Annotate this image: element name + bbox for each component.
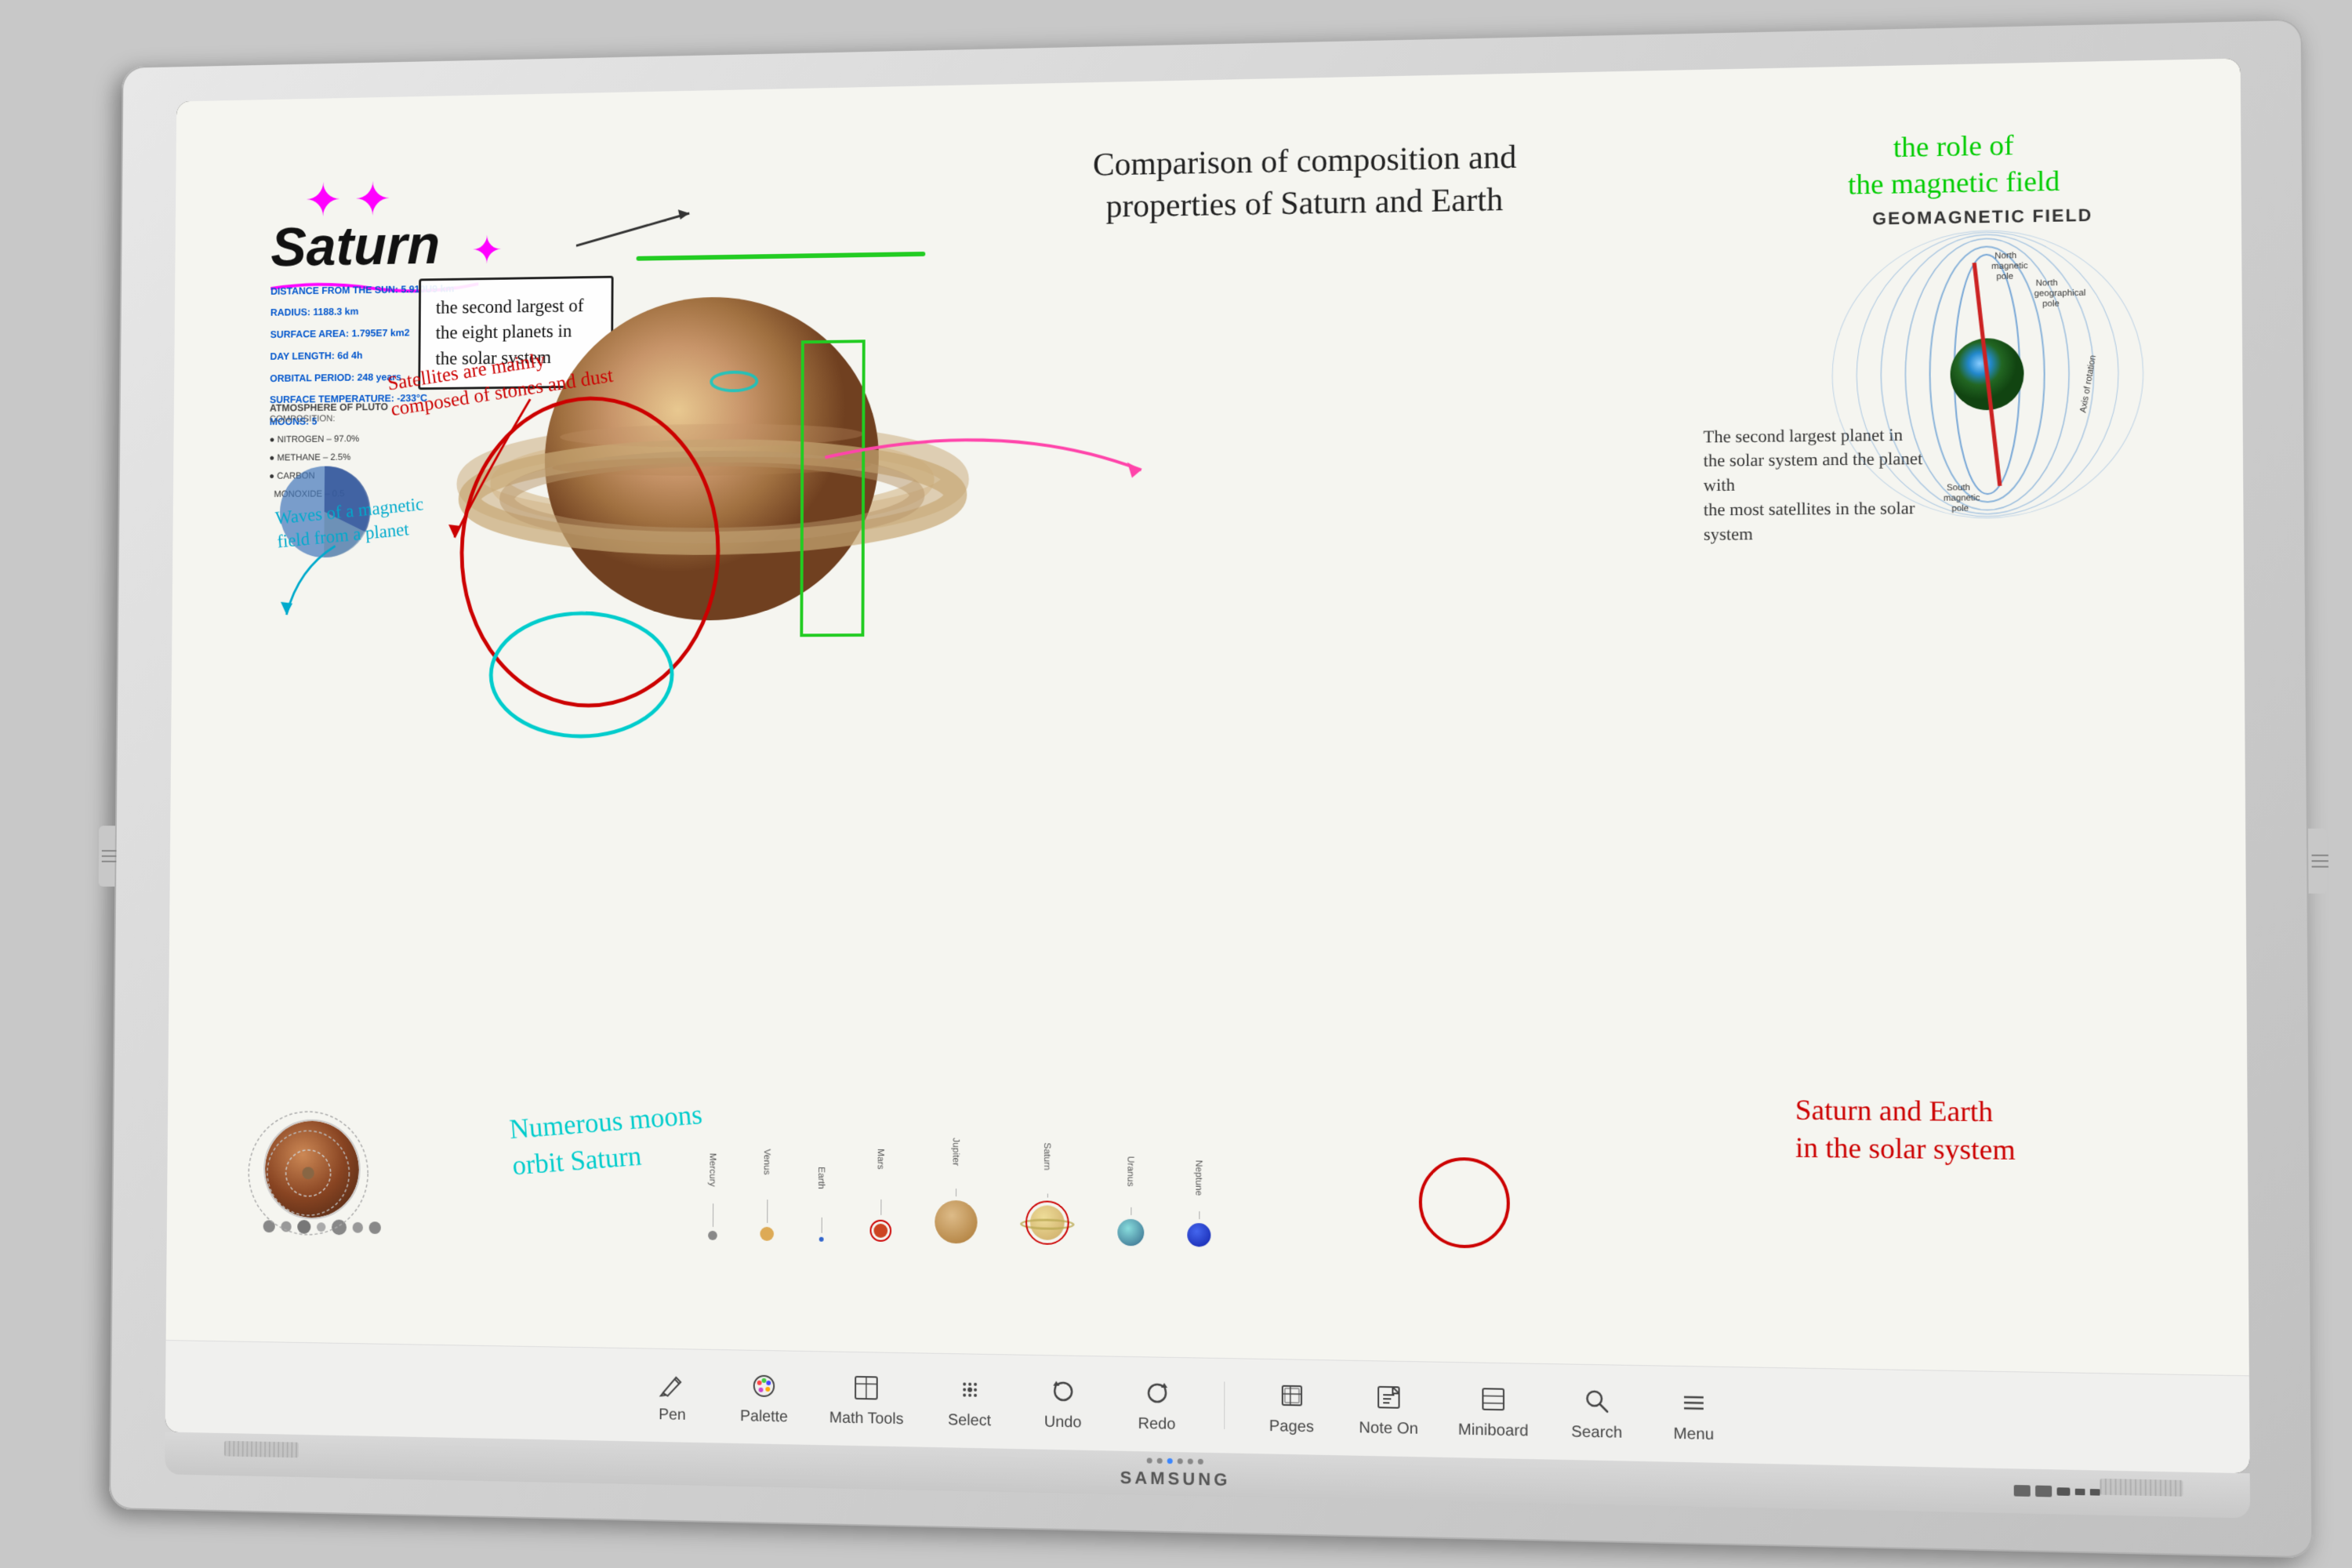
pages-label: Pages (1269, 1417, 1314, 1436)
search-tool[interactable]: Search (1569, 1383, 1625, 1443)
svg-text:pole: pole (1951, 503, 1969, 514)
redo-tool[interactable]: Redo (1129, 1375, 1184, 1434)
math-tools-icon (850, 1370, 884, 1405)
pen-tool[interactable]: Pen (645, 1367, 699, 1425)
atmosphere-subtitle: COMPOSITION: (270, 412, 388, 423)
port-5 (2090, 1489, 2100, 1496)
speaker-right (2100, 1478, 2183, 1496)
indicator-dot-active (1167, 1457, 1173, 1463)
pen-icon (655, 1367, 689, 1401)
note-on-label: Note On (1359, 1419, 1418, 1439)
menu-icon (1675, 1385, 1711, 1421)
svg-text:pole: pole (1996, 271, 2013, 281)
monitor: Comparison of composition and properties… (109, 19, 2314, 1559)
menu-label: Menu (1673, 1425, 1714, 1444)
svg-text:North: North (2036, 278, 2058, 288)
miniboard-icon (1475, 1381, 1511, 1417)
svg-text:geographical: geographical (2034, 288, 2086, 298)
speaker-left (224, 1440, 299, 1457)
atmosphere-title: ATMOSPHERE OF PLUTO (270, 401, 388, 413)
main-title: Comparison of composition and properties… (1093, 136, 1517, 228)
indicator-dot-1 (1147, 1457, 1152, 1463)
annotation-moons: Numerous moons orbit Saturn (508, 1096, 706, 1184)
screen: Comparison of composition and properties… (166, 58, 2249, 1375)
note-on-tool[interactable]: Note On (1359, 1379, 1418, 1439)
svg-text:North: North (1994, 250, 2016, 260)
svg-text:magnetic: magnetic (1944, 492, 1980, 503)
search-label: Search (1571, 1423, 1622, 1443)
orbital-diagram (226, 1103, 390, 1243)
pages-icon (1274, 1377, 1308, 1413)
undo-tool[interactable]: Undo (1036, 1374, 1091, 1432)
pages-tool[interactable]: Pages (1264, 1377, 1319, 1436)
annotation-saturn-earth: Saturn and Earth in the solar system (1795, 1091, 2016, 1169)
indicator-dot-4 (1178, 1458, 1183, 1464)
select-label: Select (948, 1411, 991, 1430)
port-2 (2035, 1486, 2052, 1497)
select-tool[interactable]: Select (942, 1371, 996, 1429)
content-area: Comparison of composition and properties… (166, 58, 2249, 1375)
toolbar-divider-1 (1224, 1381, 1225, 1429)
indicator-dot-2 (1157, 1457, 1163, 1463)
miniboard-tool[interactable]: Miniboard (1458, 1381, 1529, 1440)
planet-row: Mercury Venus Earth (707, 1134, 1210, 1247)
samsung-logo: SAMSUNG (1120, 1467, 1231, 1490)
left-handle (99, 826, 115, 887)
svg-text:pole: pole (2042, 299, 2060, 309)
select-icon (953, 1372, 987, 1407)
brand-center: SAMSUNG (1120, 1457, 1231, 1490)
menu-tool[interactable]: Menu (1665, 1385, 1722, 1444)
math-tools-tool[interactable]: Math Tools (829, 1370, 904, 1428)
palette-icon (747, 1368, 781, 1403)
monitor-bezel: Comparison of composition and properties… (165, 58, 2250, 1473)
port-4 (2075, 1489, 2085, 1496)
palette-tool[interactable]: Palette (737, 1368, 791, 1426)
palette-label: Palette (740, 1407, 788, 1426)
pen-label: Pen (659, 1406, 686, 1425)
geo-field-diagram: North magnetic pole North geographical p… (1816, 220, 2161, 527)
undo-label: Undo (1044, 1413, 1082, 1432)
miniboard-label: Miniboard (1458, 1421, 1529, 1440)
math-tools-label: Math Tools (829, 1409, 904, 1428)
undo-icon (1046, 1374, 1080, 1409)
redo-label: Redo (1138, 1414, 1176, 1433)
magenta-stars: ✦ ✦ (304, 172, 391, 227)
indicator-dots (1147, 1457, 1203, 1465)
magnetic-field-title: the role of the magnetic field (1848, 125, 2060, 204)
saturn-svg (453, 223, 971, 675)
indicator-dot-6 (1198, 1458, 1203, 1464)
indicator-dot-5 (1188, 1458, 1193, 1464)
note-on-icon (1371, 1379, 1406, 1414)
redo-icon (1139, 1375, 1174, 1410)
svg-text:South: South (1947, 482, 1970, 492)
port-area (2014, 1485, 2100, 1498)
port-1 (2014, 1485, 2031, 1497)
right-handle (2308, 829, 2327, 894)
svg-text:magnetic: magnetic (1991, 260, 2028, 270)
saturn-planet-image (453, 223, 971, 675)
search-icon (1579, 1383, 1614, 1419)
svg-text:Axis of rotation: Axis of rotation (2078, 354, 2099, 413)
port-3 (2057, 1487, 2071, 1496)
geo-field-svg: North magnetic pole North geographical p… (1816, 220, 2161, 527)
